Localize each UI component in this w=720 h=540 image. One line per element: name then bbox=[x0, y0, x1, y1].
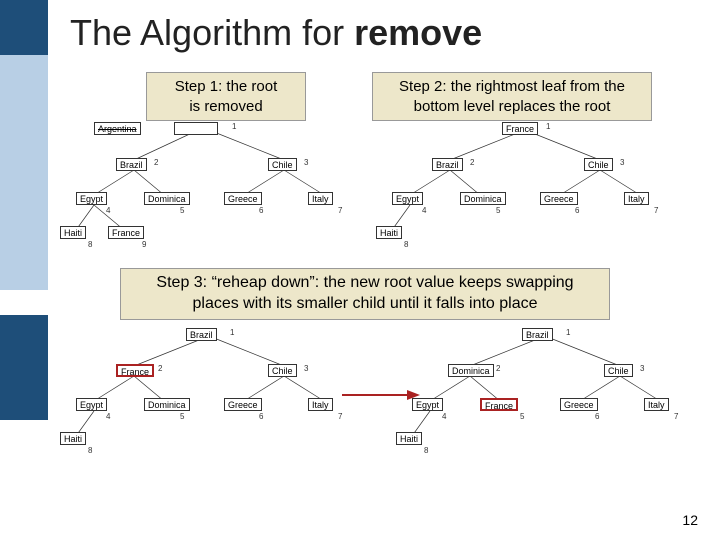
idx: 1 bbox=[566, 328, 570, 337]
tree3-n3: Chile bbox=[268, 364, 297, 377]
tree3-n2-highlighted: France bbox=[116, 364, 154, 377]
idx: 8 bbox=[88, 240, 92, 249]
idx: 8 bbox=[424, 446, 428, 455]
tree1-n6: Greece bbox=[224, 192, 262, 205]
step1-box: Step 1: the root is removed bbox=[146, 72, 306, 121]
tree2-n2: Brazil bbox=[432, 158, 463, 171]
tree3-n8: Haiti bbox=[60, 432, 86, 445]
idx: 6 bbox=[259, 206, 263, 215]
idx: 4 bbox=[106, 206, 110, 215]
page-number: 12 bbox=[682, 512, 698, 528]
tree2-n5: Dominica bbox=[460, 192, 506, 205]
idx: 8 bbox=[404, 240, 408, 249]
tree4-n1: Brazil bbox=[522, 328, 553, 341]
idx: 2 bbox=[154, 158, 158, 167]
idx: 4 bbox=[106, 412, 110, 421]
tree1-empty-root bbox=[174, 122, 218, 135]
idx: 2 bbox=[496, 364, 500, 373]
tree1-n2: Brazil bbox=[116, 158, 147, 171]
idx: 3 bbox=[304, 158, 308, 167]
tree4-n8: Haiti bbox=[396, 432, 422, 445]
idx: 7 bbox=[338, 206, 342, 215]
title-pre: The Algorithm for bbox=[70, 12, 354, 53]
tree1-n9: France bbox=[108, 226, 144, 239]
slide-content: The Algorithm for remove Step 1: the roo… bbox=[0, 0, 720, 540]
idx: 1 bbox=[230, 328, 234, 337]
idx: 3 bbox=[620, 158, 624, 167]
tree2-n6: Greece bbox=[540, 192, 578, 205]
tree4-n6: Greece bbox=[560, 398, 598, 411]
tree3-n1: Brazil bbox=[186, 328, 217, 341]
tree1-n5: Dominica bbox=[144, 192, 190, 205]
idx: 8 bbox=[88, 446, 92, 455]
idx: 6 bbox=[259, 412, 263, 421]
tree-step2: France 1 Brazil 2 Chile 3 Egypt 4 Domini… bbox=[380, 120, 680, 250]
tree3-n6: Greece bbox=[224, 398, 262, 411]
page-title: The Algorithm for remove bbox=[70, 12, 482, 54]
idx: 2 bbox=[470, 158, 474, 167]
idx: 5 bbox=[496, 206, 500, 215]
tree2-n8: Haiti bbox=[376, 226, 402, 239]
tree3-n4: Egypt bbox=[76, 398, 107, 411]
tree1-n7: Italy bbox=[308, 192, 333, 205]
tree2-n7: Italy bbox=[624, 192, 649, 205]
idx: 4 bbox=[422, 206, 426, 215]
step2-box: Step 2: the rightmost leaf from the bott… bbox=[372, 72, 652, 121]
idx: 4 bbox=[442, 412, 446, 421]
tree4-n7: Italy bbox=[644, 398, 669, 411]
tree2-n3: Chile bbox=[584, 158, 613, 171]
idx: 5 bbox=[180, 206, 184, 215]
step3-text: Step 3: “reheap down”: the new root valu… bbox=[156, 274, 573, 312]
idx: 7 bbox=[674, 412, 678, 421]
tree2-n4: Egypt bbox=[392, 192, 423, 205]
idx: 1 bbox=[546, 122, 550, 131]
tree2-n1: France bbox=[502, 122, 538, 135]
idx: 9 bbox=[142, 240, 146, 249]
step3-box: Step 3: “reheap down”: the new root valu… bbox=[120, 268, 610, 320]
tree4-n5-highlighted: France bbox=[480, 398, 518, 411]
title-bold: remove bbox=[354, 12, 482, 53]
tree4-n4: Egypt bbox=[412, 398, 443, 411]
tree-step3a: Brazil 1 France 2 Chile 3 Egypt 4 Domini… bbox=[64, 326, 364, 466]
tree4-n3: Chile bbox=[604, 364, 633, 377]
step2-text: Step 2: the rightmost leaf from the bott… bbox=[399, 78, 625, 115]
step1-text: Step 1: the root is removed bbox=[175, 78, 278, 115]
tree-step1: Argentina 1 Brazil 2 Chile 3 Egypt 4 Dom… bbox=[64, 120, 364, 250]
idx: 6 bbox=[575, 206, 579, 215]
idx: 3 bbox=[304, 364, 308, 373]
tree-step3b: Brazil 1 Dominica 2 Chile 3 Egypt 4 Fran… bbox=[400, 326, 690, 466]
tree1-n3: Chile bbox=[268, 158, 297, 171]
idx: 6 bbox=[595, 412, 599, 421]
idx: 1 bbox=[232, 122, 236, 131]
tree1-n8: Haiti bbox=[60, 226, 86, 239]
tree3-n7: Italy bbox=[308, 398, 333, 411]
tree3-n5: Dominica bbox=[144, 398, 190, 411]
tree1-n4: Egypt bbox=[76, 192, 107, 205]
idx: 5 bbox=[180, 412, 184, 421]
idx: 7 bbox=[338, 412, 342, 421]
idx: 5 bbox=[520, 412, 524, 421]
idx: 2 bbox=[158, 364, 162, 373]
idx: 7 bbox=[654, 206, 658, 215]
tree4-n2: Dominica bbox=[448, 364, 494, 377]
idx: 3 bbox=[640, 364, 644, 373]
tree1-root-struck: Argentina bbox=[94, 122, 141, 135]
